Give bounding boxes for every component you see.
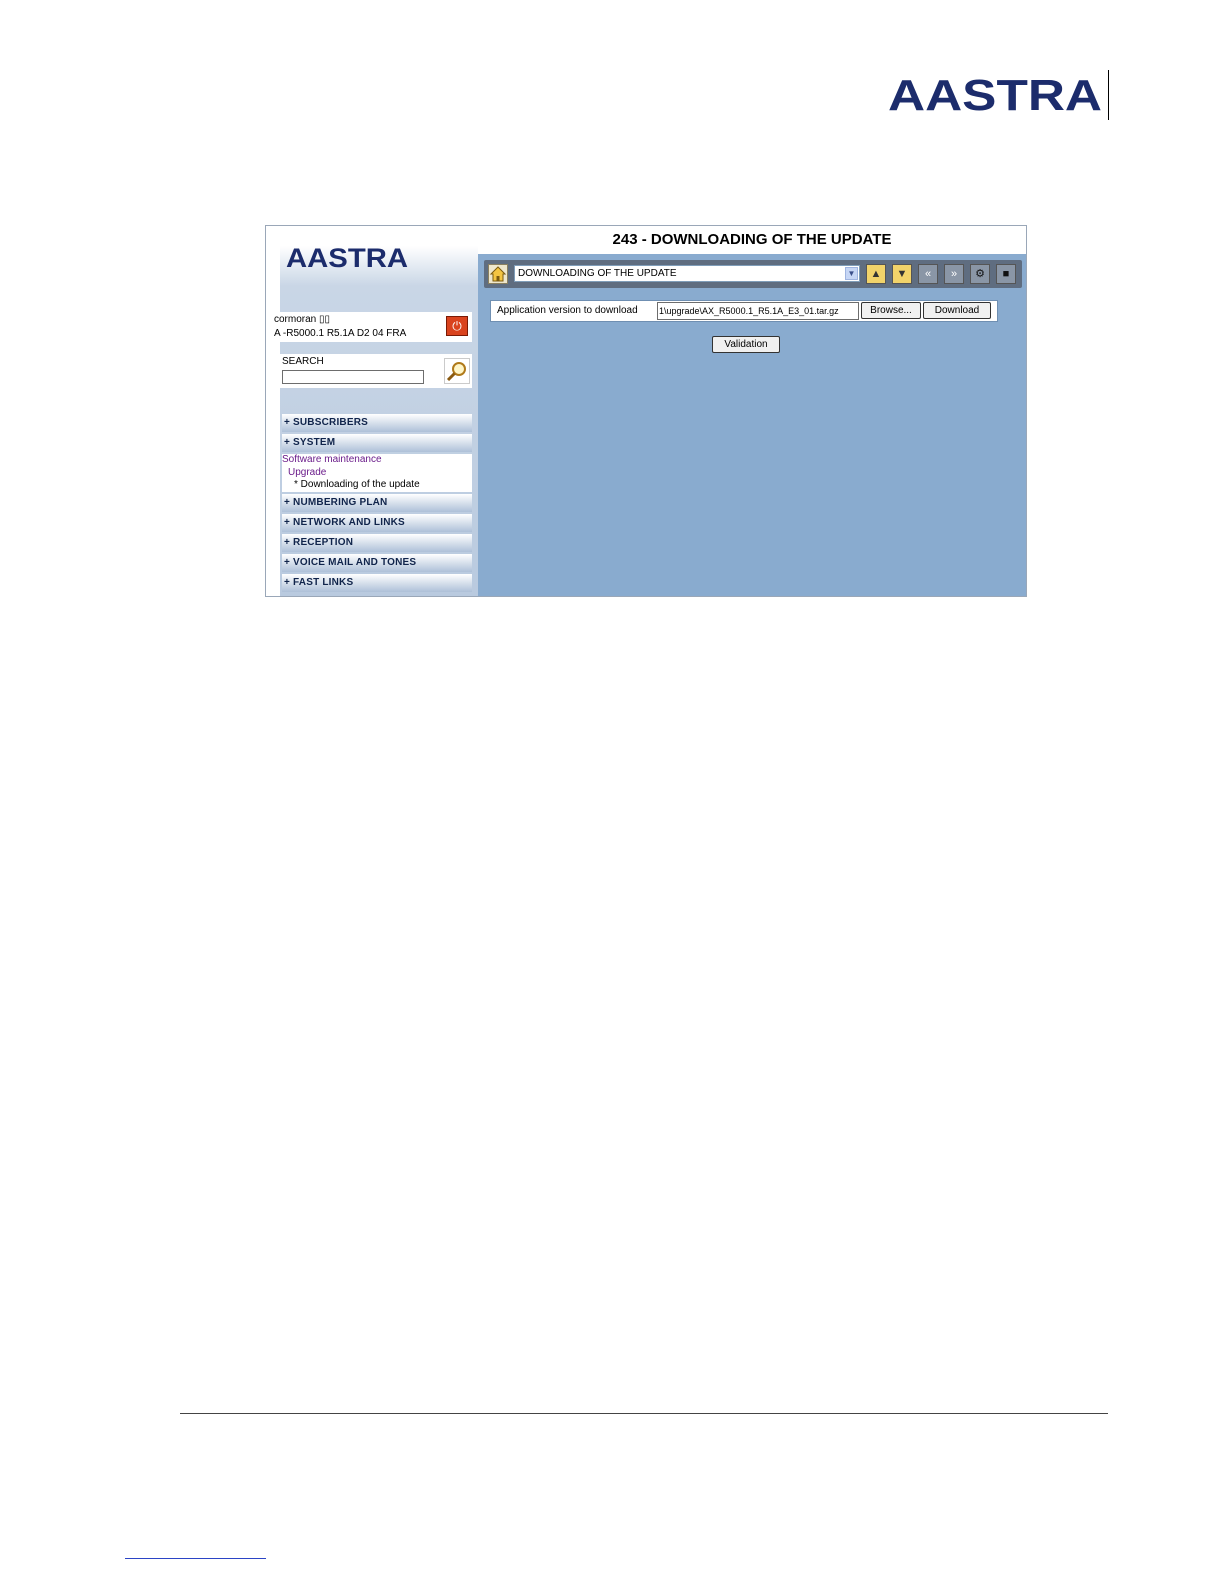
menu-item-system[interactable]: + SYSTEM (282, 434, 472, 452)
app-screenshot: AASTRA cormoran ▯▯ A -R5000.1 R5.1A D2 0… (265, 225, 1027, 597)
search-label: SEARCH (282, 356, 324, 367)
home-button[interactable] (488, 264, 508, 284)
menu-item-voice-mail-and-tones[interactable]: + VOICE MAIL AND TONES (282, 554, 472, 572)
search-input[interactable] (282, 370, 424, 384)
svg-text:AASTRA: AASTRA (286, 243, 408, 270)
system-version: A -R5000.1 R5.1A D2 04 FRA (274, 328, 407, 339)
page-select-value: DOWNLOADING OF THE UPDATE (518, 268, 677, 279)
menu-item-fast-links[interactable]: + FAST LINKS (282, 574, 472, 592)
main-panel: DOWNLOADING OF THE UPDATE ▼ ▲ ▼ « » ⚙ ■ … (478, 254, 1026, 596)
save-button[interactable]: ■ (996, 264, 1016, 284)
chevron-down-icon[interactable]: ▼ (845, 267, 858, 280)
power-icon: ⏻ (452, 319, 462, 333)
svg-text:AASTRA: AASTRA (888, 72, 1102, 116)
browse-button[interactable]: Browse... (861, 302, 921, 319)
menu-item-numbering-plan[interactable]: + NUMBERING PLAN (282, 494, 472, 512)
search-panel: SEARCH (280, 354, 472, 388)
validation-button[interactable]: Validation (712, 336, 780, 353)
user-info: cormoran ▯▯ A -R5000.1 R5.1A D2 04 FRA ⏻ (272, 312, 472, 342)
application-version-label: Application version to download (497, 305, 638, 316)
aastra-app-logo: AASTRA (286, 243, 408, 270)
folder-down-icon: ▼ (896, 268, 908, 280)
menu-item-subscribers[interactable]: + SUBSCRIBERS (282, 414, 472, 432)
next-button[interactable]: » (944, 264, 964, 284)
magnifier-icon (446, 362, 466, 382)
folder-up-button[interactable]: ▲ (866, 264, 886, 284)
toolbar: DOWNLOADING OF THE UPDATE ▼ ▲ ▼ « » ⚙ ■ (484, 260, 1022, 288)
download-form-row: Application version to download 1\upgrad… (490, 300, 998, 322)
navigation-menu: + SUBSCRIBERS + SYSTEM Software maintena… (282, 414, 472, 594)
search-button[interactable] (444, 358, 470, 384)
submenu-upgrade[interactable]: Upgrade (288, 467, 326, 478)
folder-up-icon: ▲ (870, 268, 882, 280)
aastra-logo: AASTRA (888, 72, 1102, 116)
user-name: cormoran ▯▯ (274, 314, 331, 325)
submenu-software-maintenance[interactable]: Software maintenance (282, 454, 382, 465)
logout-button[interactable]: ⏻ (446, 316, 468, 336)
footer-link-underline (125, 1558, 266, 1559)
page-title: 243 - DOWNLOADING OF THE UPDATE (478, 226, 1026, 250)
download-button[interactable]: Download (923, 302, 991, 319)
footer-rule (180, 1413, 1108, 1414)
page-select[interactable]: DOWNLOADING OF THE UPDATE ▼ (514, 265, 860, 282)
home-icon (489, 266, 507, 282)
settings-button[interactable]: ⚙ (970, 264, 990, 284)
floppy-disk-icon: ■ (1002, 268, 1010, 280)
previous-button[interactable]: « (918, 264, 938, 284)
application-file-input[interactable]: 1\upgrade\AX_R5000.1_R5.1A_E3_01.tar.gz (657, 302, 859, 320)
double-left-icon: « (924, 268, 932, 280)
header-divider (1108, 70, 1109, 120)
menu-item-reception[interactable]: + RECEPTION (282, 534, 472, 552)
gears-icon: ⚙ (975, 268, 985, 280)
system-submenu: Software maintenance Upgrade * Downloadi… (282, 454, 472, 492)
menu-item-network-and-links[interactable]: + NETWORK AND LINKS (282, 514, 472, 532)
double-right-icon: » (950, 268, 958, 280)
submenu-downloading-update[interactable]: * Downloading of the update (294, 479, 420, 490)
folder-down-button[interactable]: ▼ (892, 264, 912, 284)
left-panel: AASTRA cormoran ▯▯ A -R5000.1 R5.1A D2 0… (266, 226, 478, 596)
